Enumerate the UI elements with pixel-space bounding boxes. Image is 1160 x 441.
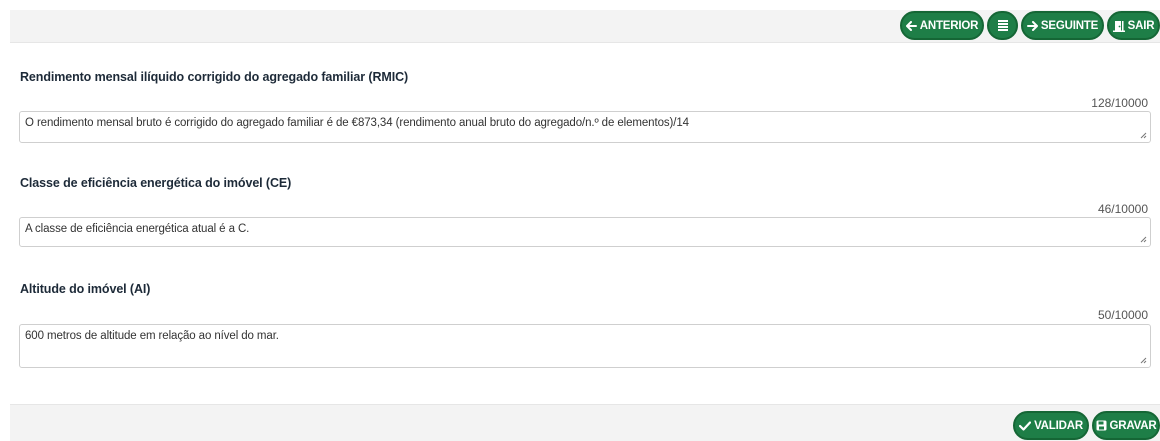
seguinte-button[interactable]: SEGUINTE xyxy=(1021,11,1104,40)
anterior-button[interactable]: ANTERIOR xyxy=(900,11,984,40)
gravar-button[interactable]: GRAVAR xyxy=(1092,411,1160,440)
ce-value: A classe de eficiência energética atual … xyxy=(25,223,250,235)
sair-button[interactable]: SAIR xyxy=(1107,11,1160,40)
anterior-label: ANTERIOR xyxy=(919,19,979,32)
char-counter-rmic: 128/10000 xyxy=(1091,96,1148,110)
list-icon xyxy=(997,20,1008,31)
validar-label: VALIDAR xyxy=(1034,419,1083,432)
rmic-textarea[interactable]: O rendimento mensal bruto é corrigido do… xyxy=(19,111,1151,143)
field-label-rmic: Rendimento mensal ilíquido corrigido do … xyxy=(20,70,409,84)
ai-value: 600 metros de altitude em relação ao nív… xyxy=(25,330,279,342)
check-icon xyxy=(1019,420,1032,431)
ce-textarea[interactable]: A classe de eficiência energética atual … xyxy=(19,217,1151,247)
char-counter-ai: 50/10000 xyxy=(1097,308,1148,322)
floppy-disk-icon xyxy=(1096,420,1107,431)
menu-button[interactable] xyxy=(987,11,1018,40)
field-label-ai: Altitude do imóvel (AI) xyxy=(20,282,151,296)
arrow-right-icon xyxy=(1026,20,1038,31)
seguinte-label: SEGUINTE xyxy=(1040,19,1099,32)
arrow-left-icon xyxy=(905,20,917,31)
door-exit-icon xyxy=(1112,20,1125,32)
sair-label: SAIR xyxy=(1127,19,1155,32)
rmic-value: O rendimento mensal bruto é corrigido do… xyxy=(25,117,689,129)
ai-textarea[interactable]: 600 metros de altitude em relação ao nív… xyxy=(19,324,1151,368)
resize-handle-icon[interactable] xyxy=(1139,356,1147,364)
validar-button[interactable]: VALIDAR xyxy=(1013,411,1089,440)
char-counter-ce: 46/10000 xyxy=(1097,202,1148,216)
gravar-label: GRAVAR xyxy=(1109,419,1157,432)
resize-handle-icon[interactable] xyxy=(1139,235,1147,243)
field-label-ce: Classe de eficiência energética do imóve… xyxy=(20,176,292,190)
bottom-toolbar xyxy=(10,404,1160,441)
resize-handle-icon[interactable] xyxy=(1139,131,1147,139)
